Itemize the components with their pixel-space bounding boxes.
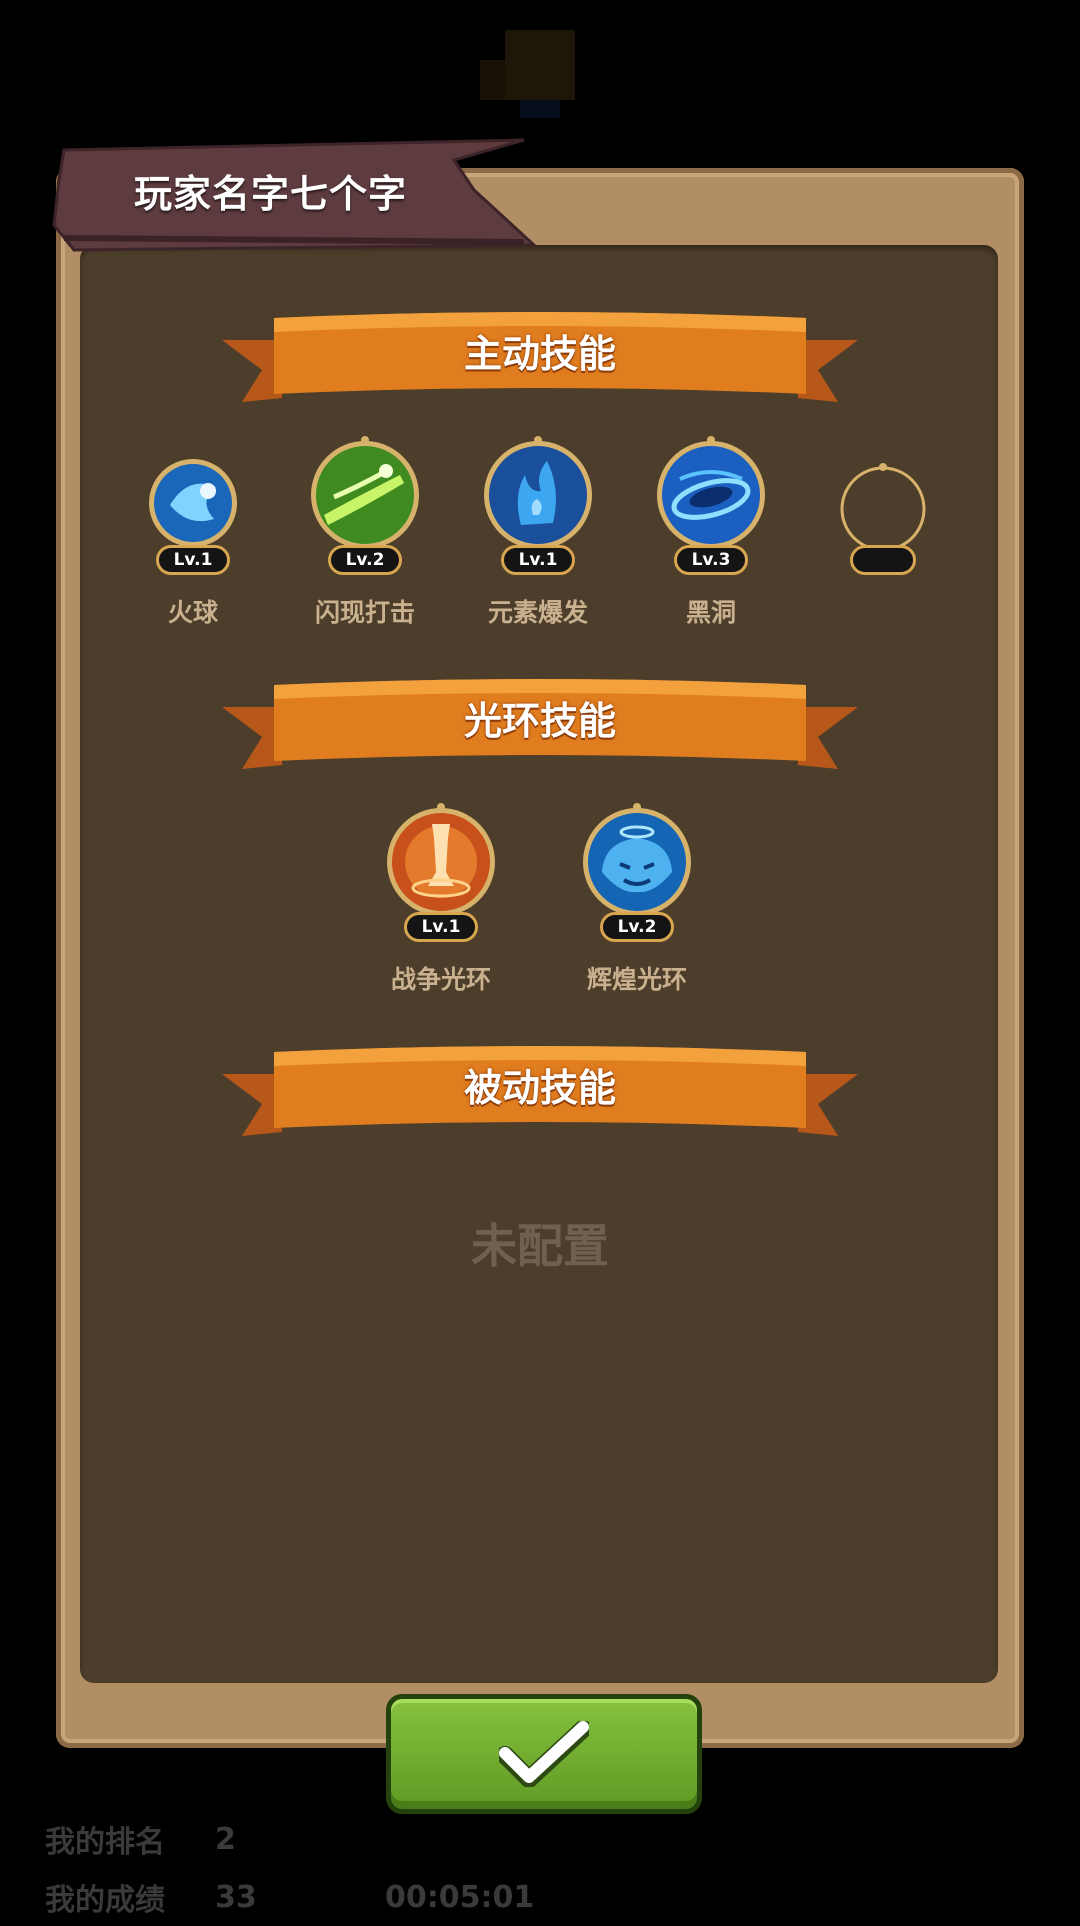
checkmark-icon [499,1721,589,1787]
skill-level-badge: Lv.2 [600,912,674,942]
passive-empty-text: 未配置 [471,1219,609,1273]
confirm-button[interactable] [386,1694,702,1814]
skill-level-badge: Lv.1 [156,545,230,575]
passive-skills-ribbon: 被动技能 [222,1044,858,1144]
aura-skills-ribbon: 光环技能 [222,677,858,777]
skill-level-badge: Lv.1 [501,545,575,575]
skill-elemental-burst[interactable]: Lv.1 元素爆发 [463,435,613,629]
active-skills-ribbon: 主动技能 [222,310,858,410]
skill-name: 火球 [167,598,218,627]
background-stats: 我的排名 2 我的成绩 33 00:05:01 [45,1810,645,1926]
passive-skills-title: 被动技能 [463,1066,616,1110]
rank-label: 我的排名 [45,1825,165,1860]
skill-flash-strike[interactable]: Lv.2 闪现打击 [290,435,440,629]
score-label: 我的成绩 [45,1883,165,1918]
skill-level-badge: Lv.3 [674,545,748,575]
time-value: 00:05:01 [385,1879,535,1915]
skill-name: 黑洞 [685,598,736,627]
skill-name: 闪现打击 [314,598,415,627]
active-skills-title: 主动技能 [463,332,616,376]
skill-level-badge: Lv.2 [328,545,402,575]
skill-name: 元素爆发 [487,598,588,627]
aura-skills-title: 光环技能 [463,699,616,743]
skill-fireball[interactable]: Lv.1 火球 [118,435,268,629]
skill-black-hole[interactable]: Lv.3 黑洞 [636,435,786,629]
trophy-icon [480,30,575,118]
skill-name: 战争光环 [390,965,491,994]
rank-value: 2 [215,1821,236,1857]
skill-war-aura[interactable]: Lv.1 战争光环 [366,802,516,996]
skill-level-badge-empty [850,545,916,575]
skill-level-badge: Lv.1 [404,912,478,942]
player-name: 玩家名字七个字 [134,172,408,216]
skill-name: 辉煌光环 [586,965,687,994]
skill-slot-empty[interactable] [808,435,958,593]
skill-glory-aura[interactable]: Lv.2 辉煌光环 [562,802,712,996]
score-value: 33 [215,1879,257,1915]
